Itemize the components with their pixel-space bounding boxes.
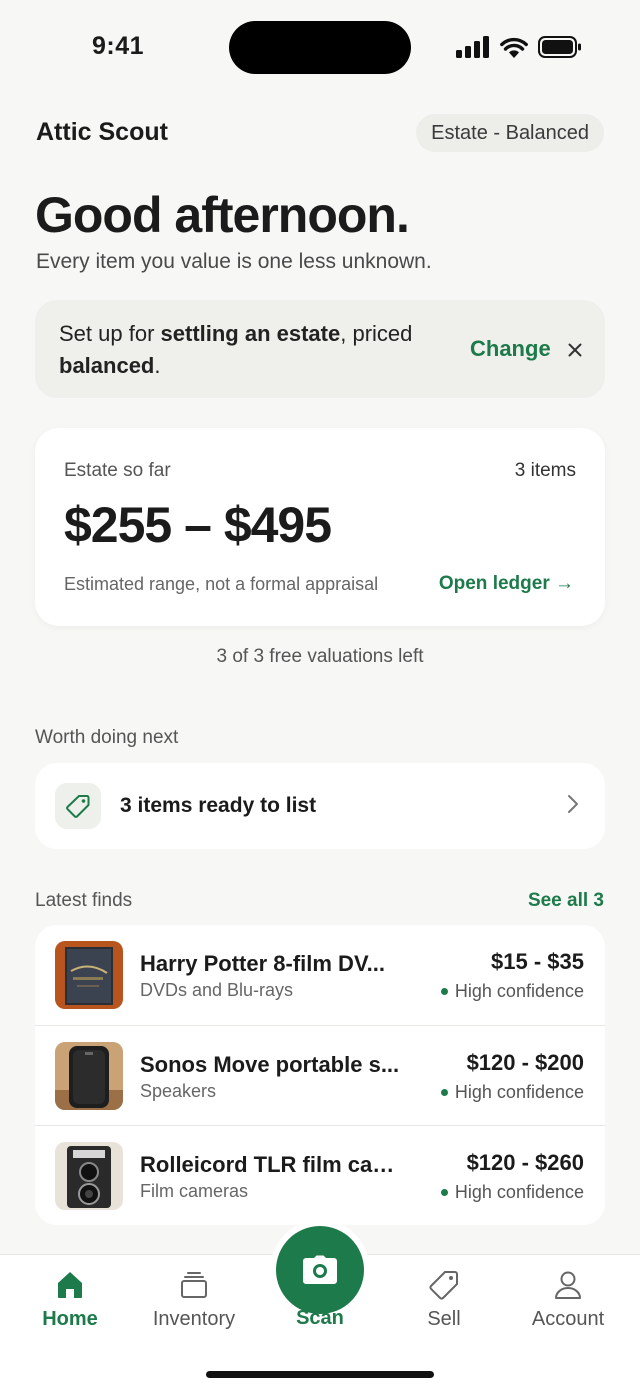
setup-text-post: .	[154, 353, 161, 378]
app-title: Attic Scout	[36, 118, 168, 146]
confidence-dot-icon	[440, 1189, 448, 1196]
find-price-range: $120 - $200	[466, 1050, 584, 1075]
setup-text: Set up for settling an estate, priced ba…	[59, 318, 439, 382]
find-name: Rolleicord TLR film cam...	[140, 1152, 400, 1177]
find-row-sonos-move[interactable]: Sonos Move portable s... Speakers $120 -…	[35, 1025, 605, 1125]
confidence-dot-icon	[440, 1089, 448, 1096]
wifi-icon	[500, 37, 528, 58]
tab-inventory-label: Inventory	[152, 1308, 236, 1330]
setup-text-mid: , priced	[340, 321, 413, 346]
camera-icon	[303, 1255, 337, 1284]
estate-disclaimer: Estimated range, not a formal appraisal	[64, 574, 379, 594]
confidence-indicator: High confidence	[440, 1082, 584, 1103]
setup-banner: Set up for settling an estate, priced ba…	[35, 300, 605, 398]
find-row-harry-potter[interactable]: Harry Potter 8-film DV... DVDs and Blu-r…	[35, 925, 605, 1025]
tab-inventory[interactable]: Inventory	[139, 1255, 249, 1345]
setup-text-pre: Set up for	[59, 321, 161, 346]
cellular-signal-icon	[456, 36, 489, 58]
greeting-tagline: Every item you value is one less unknown…	[36, 250, 432, 273]
tab-sell[interactable]: Sell	[389, 1255, 499, 1345]
find-name: Sonos Move portable s...	[140, 1052, 400, 1077]
mode-pill[interactable]: Estate - Balanced	[416, 114, 604, 152]
confidence-indicator: High confidence	[440, 1182, 584, 1203]
tag-icon	[429, 1271, 458, 1300]
scan-button[interactable]	[276, 1226, 364, 1314]
worth-doing-next-label: Worth doing next	[35, 727, 179, 748]
greeting-title: Good afternoon.	[35, 187, 410, 243]
chevron-right-icon	[568, 795, 578, 813]
find-row-rolleicord[interactable]: Rolleicord TLR film cam... Film cameras …	[35, 1125, 605, 1225]
confidence-label: High confidence	[454, 1082, 584, 1102]
latest-finds-label: Latest finds	[35, 890, 133, 911]
status-icons	[456, 34, 582, 60]
ready-to-list-text: 3 items ready to list	[120, 794, 317, 817]
close-icon[interactable]	[565, 338, 585, 362]
tab-scan-label[interactable]: Scan	[265, 1307, 375, 1330]
find-category: DVDs and Blu-rays	[140, 980, 294, 1000]
setup-pricing: balanced	[59, 353, 155, 378]
confidence-label: High confidence	[454, 1182, 584, 1202]
tab-home-label: Home	[42, 1308, 98, 1330]
home-indicator[interactable]	[206, 1371, 434, 1378]
estate-label: Estate so far	[64, 460, 171, 481]
find-price-range: $120 - $260	[466, 1150, 584, 1175]
item-thumbnail	[55, 941, 123, 1009]
see-all-link[interactable]: See all 3	[528, 890, 604, 912]
status-time: 9:41	[92, 32, 145, 60]
estate-item-count: 3 items	[514, 460, 576, 481]
battery-icon	[538, 36, 581, 58]
account-icon	[555, 1271, 581, 1299]
confidence-label: High confidence	[454, 981, 584, 1001]
ready-to-list-card[interactable]: 3 items ready to list	[35, 763, 605, 849]
tab-home[interactable]: Home	[15, 1255, 125, 1345]
home-icon	[58, 1272, 82, 1298]
find-name: Harry Potter 8-film DV...	[140, 951, 385, 976]
tab-account-label: Account	[531, 1308, 605, 1330]
inventory-icon	[181, 1272, 207, 1298]
free-valuations-remaining: 3 of 3 free valuations left	[216, 646, 424, 667]
confidence-indicator: High confidence	[440, 981, 584, 1002]
find-category: Speakers	[140, 1081, 217, 1101]
dynamic-island	[229, 21, 411, 74]
find-category: Film cameras	[140, 1181, 249, 1201]
change-link[interactable]: Change	[470, 336, 551, 362]
estate-value-range: $255 – $495	[64, 497, 332, 553]
tab-account[interactable]: Account	[513, 1255, 623, 1345]
item-thumbnail	[55, 1142, 123, 1210]
estate-summary-card[interactable]: Estate so far 3 items $255 – $495 Estima…	[35, 428, 605, 626]
confidence-dot-icon	[440, 988, 448, 995]
status-bar: 9:41	[0, 0, 640, 96]
tab-sell-label: Sell	[427, 1308, 461, 1330]
find-price-range: $15 - $35	[491, 949, 584, 974]
open-ledger-link[interactable]: Open ledger →	[439, 573, 574, 595]
item-thumbnail	[55, 1042, 123, 1110]
setup-goal: settling an estate	[160, 321, 341, 346]
latest-finds-list: Harry Potter 8-film DV... DVDs and Blu-r…	[35, 925, 605, 1225]
tag-icon	[55, 783, 101, 829]
